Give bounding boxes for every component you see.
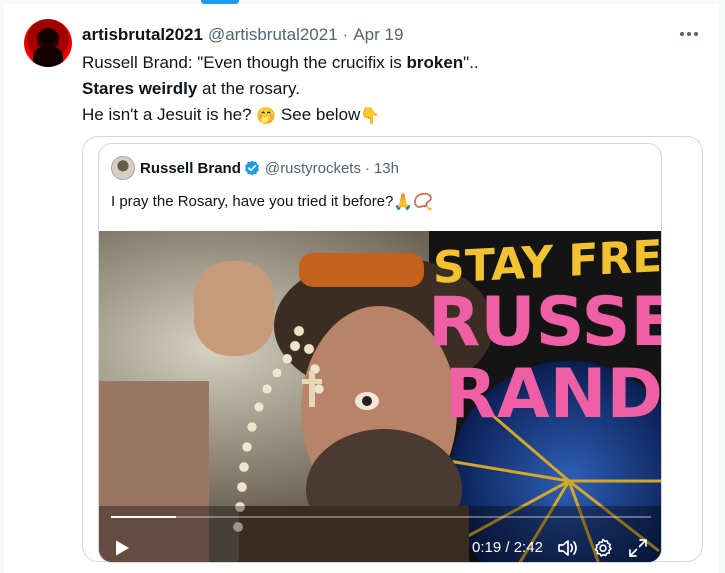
video-controls: 0:19 / 2:42 bbox=[99, 531, 661, 562]
prayer-beads-emoji: 📿 bbox=[413, 194, 434, 211]
tweet-text: Russell Brand: "Even though the crucifix… bbox=[82, 50, 682, 130]
play-icon[interactable] bbox=[113, 539, 131, 557]
hand-shape bbox=[194, 261, 274, 356]
pupil-shape bbox=[362, 396, 372, 406]
fullscreen-icon[interactable] bbox=[628, 538, 648, 558]
quoted-tweet-card[interactable]: Russell Brand @rustyrockets · 13h I pray… bbox=[98, 143, 662, 563]
volume-icon[interactable] bbox=[557, 538, 579, 558]
more-options-icon[interactable] bbox=[676, 24, 702, 44]
quoted-tweet-header: Russell Brand @rustyrockets · 13h bbox=[140, 157, 399, 179]
point-down-emoji: 👇 bbox=[360, 108, 381, 125]
promo-title-middle: RUSSEL bbox=[428, 283, 661, 362]
crucifix-shape bbox=[309, 371, 315, 407]
display-name[interactable]: artisbrutal2021 bbox=[82, 25, 203, 45]
time-separator: / bbox=[501, 539, 514, 556]
avatar[interactable] bbox=[24, 19, 72, 67]
quoted-display-name[interactable]: Russell Brand bbox=[140, 160, 241, 177]
tweet-line-3: He isn't a Jesuit is he? 🤭 See below👇 bbox=[82, 102, 682, 130]
quoted-tweet-text: I pray the Rosary, have you tried it bef… bbox=[111, 192, 433, 212]
user-handle[interactable]: @artisbrutal2021 bbox=[208, 25, 338, 45]
tweet-date[interactable]: Apr 19 bbox=[353, 25, 403, 45]
tweet-text-segment: See below bbox=[276, 105, 361, 124]
video-progress-fill bbox=[111, 516, 176, 518]
quoted-avatar[interactable] bbox=[111, 156, 135, 180]
verified-badge-icon bbox=[244, 160, 259, 176]
quoted-tweet-container[interactable]: Russell Brand @rustyrockets · 13h I pray… bbox=[82, 136, 703, 563]
video-time-readout: 0:19 / 2:42 bbox=[472, 539, 543, 556]
sunglasses-shape bbox=[299, 253, 424, 287]
separator-dot: · bbox=[364, 159, 370, 177]
shushing-face-emoji: 🤭 bbox=[256, 108, 277, 125]
quoted-handle[interactable]: @rustyrockets bbox=[265, 160, 361, 177]
crucifix-bar bbox=[302, 379, 322, 384]
tweet-line-1: Russell Brand: "Even though the crucifix… bbox=[82, 50, 682, 76]
quoted-time[interactable]: 13h bbox=[374, 160, 399, 177]
tweet-line-2: Stares weirdly at the rosary. bbox=[82, 76, 682, 102]
tweet-header: artisbrutal2021 @artisbrutal2021 · Apr 1… bbox=[82, 24, 403, 46]
quoted-text-body: I pray the Rosary, have you tried it bef… bbox=[111, 193, 394, 210]
video-player[interactable]: STAY FREE RUSSEL RAND 0:19 / 2:42 bbox=[99, 231, 662, 562]
time-total: 2:42 bbox=[513, 539, 543, 556]
video-progress-bar[interactable] bbox=[111, 516, 651, 518]
more-dot-1 bbox=[680, 32, 684, 36]
praying-hands-emoji: 🙏 bbox=[393, 194, 414, 211]
tweet-text-segment: ".. bbox=[463, 53, 479, 72]
promo-title-bottom: RAND bbox=[444, 355, 662, 434]
settings-gear-icon[interactable] bbox=[593, 538, 613, 558]
timeline-page: artisbrutal2021 @artisbrutal2021 · Apr 1… bbox=[0, 0, 725, 573]
avatar-body-shape bbox=[33, 46, 63, 67]
separator-dot: · bbox=[342, 25, 349, 44]
tweet[interactable]: artisbrutal2021 @artisbrutal2021 · Apr 1… bbox=[4, 4, 719, 573]
tweet-text-segment: at the rosary. bbox=[197, 79, 300, 98]
tweet-text-segment: He isn't a Jesuit is he? bbox=[82, 105, 257, 124]
tweet-bold-segment: broken bbox=[406, 53, 464, 72]
tweet-text-segment: Russell Brand: "Even though the crucifix… bbox=[82, 53, 407, 72]
avatar-head-shape bbox=[40, 28, 56, 46]
more-dot-2 bbox=[687, 32, 691, 36]
time-elapsed: 0:19 bbox=[472, 539, 502, 556]
tweet-bold-segment: Stares weirdly bbox=[82, 79, 198, 98]
more-dot-3 bbox=[694, 32, 698, 36]
